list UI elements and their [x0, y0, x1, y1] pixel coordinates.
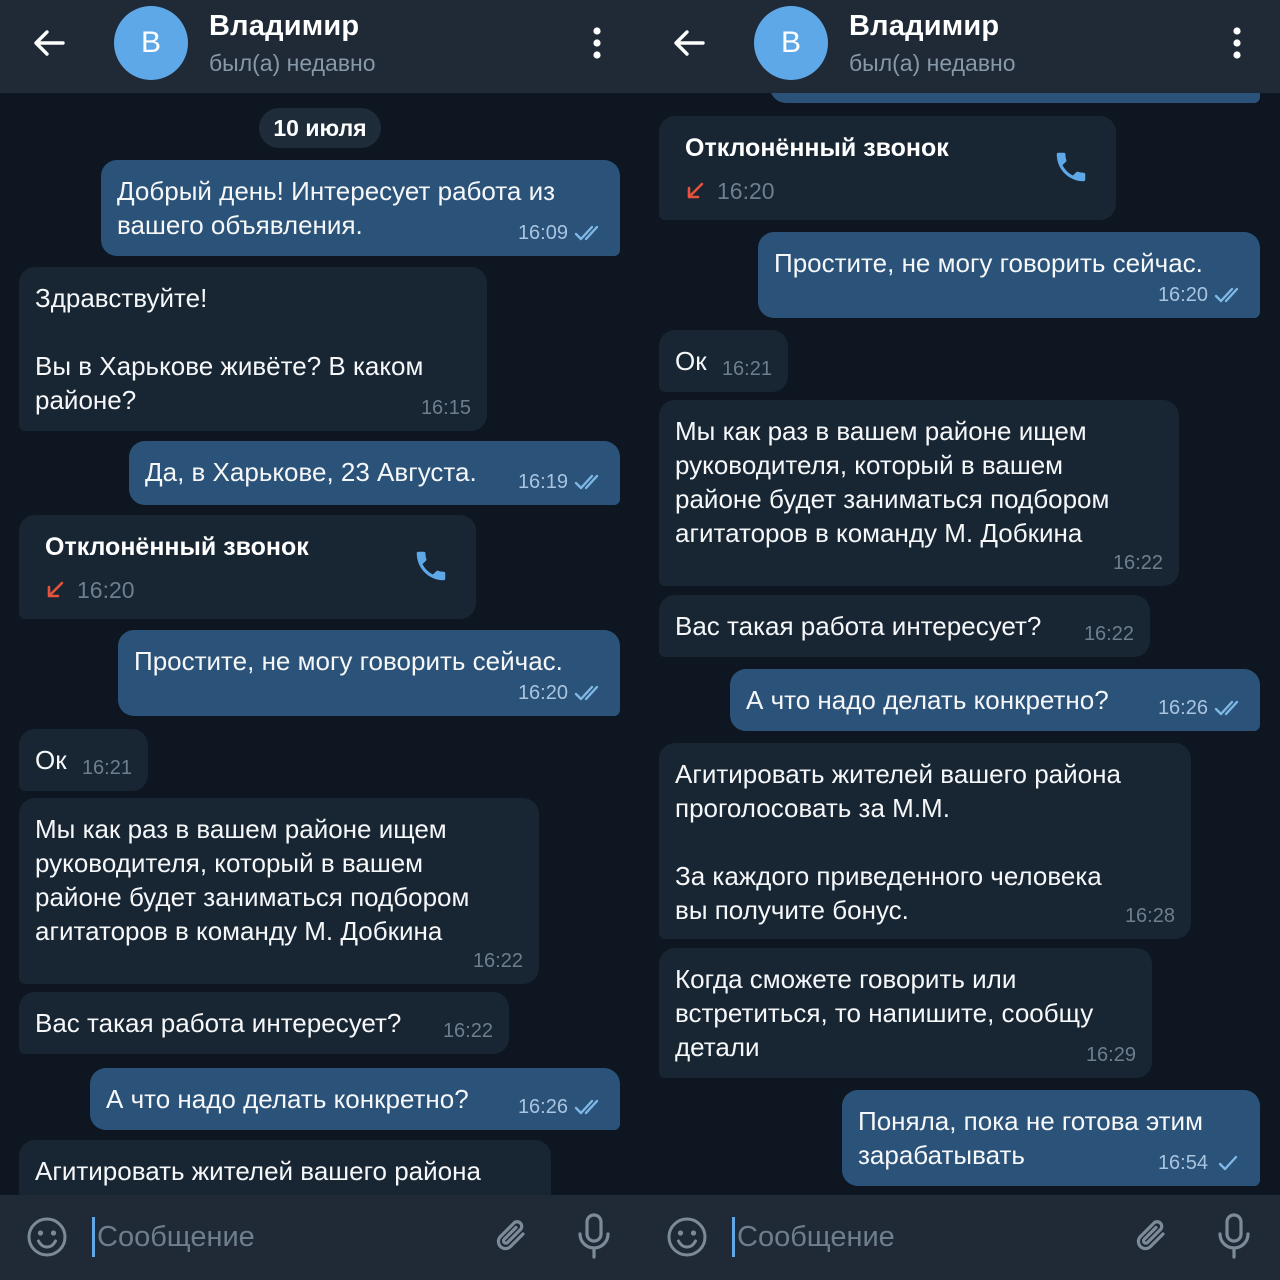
message-time: 16:29: [1085, 1044, 1136, 1066]
message-bubble-incoming[interactable]: Ок 16:21: [19, 729, 148, 791]
contact-status: был(а) недавно: [209, 50, 376, 76]
message-time: 16:21: [721, 358, 772, 380]
message-text: Простите, не могу говорить сейчас.: [774, 248, 1203, 278]
call-time: 16:20: [77, 577, 135, 603]
message-time: 16:22: [442, 1020, 493, 1042]
avatar[interactable]: В: [114, 6, 188, 80]
message-bubble-outgoing-partial: [770, 93, 1260, 103]
message-time: 16:26: [1157, 697, 1208, 719]
message-bubble-incoming[interactable]: Вас такая работа интересует? 16:22: [659, 595, 1150, 657]
message-text: Мы как раз в вашем районе ищем руководит…: [35, 814, 470, 946]
more-vert-icon: [1233, 27, 1241, 59]
missed-call-bubble[interactable]: Отклонённый звонок 16:20: [19, 515, 476, 619]
phone-icon[interactable]: [1052, 148, 1090, 186]
message-composer: [640, 1195, 1280, 1280]
message-bubble-incoming[interactable]: Агитировать жителей вашего района прогол…: [659, 743, 1191, 939]
double-check-icon: [574, 474, 599, 490]
contact-name[interactable]: Владимир: [209, 10, 359, 43]
microphone-icon[interactable]: [574, 1212, 614, 1260]
chat-screen-right: В Владимир был(а) недавно Отклонённый зв…: [640, 0, 1280, 1280]
contact-name[interactable]: Владимир: [849, 10, 999, 43]
double-check-icon: [574, 1099, 599, 1115]
message-bubble-incoming[interactable]: Здравствуйте! Вы в Харькове живёте? В ка…: [19, 267, 487, 431]
message-text: Простите, не могу говорить сейчас.: [134, 646, 563, 676]
more-vert-icon: [593, 27, 601, 59]
message-text: Здравствуйте! Вы в Харькове живёте? В ка…: [35, 283, 424, 415]
message-time: 16:22: [472, 950, 523, 972]
call-time: 16:20: [717, 178, 775, 204]
message-bubble-outgoing[interactable]: Простите, не могу говорить сейчас. 16:20: [758, 232, 1260, 318]
message-list[interactable]: 10 июля Добрый день! Интересует работа и…: [0, 93, 640, 1195]
message-input[interactable]: [735, 1213, 1099, 1261]
message-list[interactable]: Отклонённый звонок 16:20 Простите, не мо…: [640, 93, 1280, 1195]
message-bubble-incoming[interactable]: Ок 16:21: [659, 330, 788, 392]
back-button[interactable]: [22, 20, 76, 66]
message-time: 16:28: [1124, 905, 1175, 927]
message-bubble-incoming[interactable]: Мы как раз в вашем районе ищем руководит…: [659, 400, 1179, 586]
call-title: Отклонённый звонок: [685, 134, 949, 162]
message-time: 16:26: [517, 1096, 568, 1118]
missed-call-arrow-icon: [47, 581, 64, 598]
missed-call-arrow-icon: [687, 182, 704, 199]
message-time: 16:54: [1157, 1152, 1208, 1174]
message-bubble-incoming[interactable]: Агитировать жителей вашего района: [19, 1140, 551, 1195]
chat-header: В Владимир был(а) недавно: [640, 0, 1280, 93]
chat-screen-left: В Владимир был(а) недавно 10 июля Добрый…: [0, 0, 640, 1280]
avatar[interactable]: В: [754, 6, 828, 80]
message-text: Вас такая работа интересует?: [35, 1008, 402, 1038]
message-composer: [0, 1195, 640, 1280]
single-check-icon: [1218, 1155, 1238, 1171]
paperclip-icon[interactable]: [490, 1214, 534, 1258]
chat-header: В Владимир был(а) недавно: [0, 0, 640, 93]
phone-icon[interactable]: [412, 547, 450, 585]
message-bubble-outgoing[interactable]: А что надо делать конкретно? 16:26: [90, 1068, 620, 1130]
message-bubble-outgoing[interactable]: Да, в Харькове, 23 Августа. 16:19: [129, 441, 620, 505]
missed-call-bubble[interactable]: Отклонённый звонок 16:20: [659, 116, 1116, 220]
paperclip-icon[interactable]: [1130, 1214, 1174, 1258]
double-check-icon: [1214, 287, 1239, 303]
double-check-icon: [574, 685, 599, 701]
message-bubble-outgoing[interactable]: А что надо делать конкретно? 16:26: [730, 669, 1260, 731]
call-title: Отклонённый звонок: [45, 533, 309, 561]
message-bubble-incoming[interactable]: Мы как раз в вашем районе ищем руководит…: [19, 798, 539, 984]
message-time: 16:15: [420, 397, 471, 419]
message-bubble-incoming[interactable]: Когда сможете говорить или встретиться, …: [659, 948, 1152, 1078]
message-bubble-outgoing[interactable]: Простите, не могу говорить сейчас. 16:20: [118, 630, 620, 716]
double-check-icon: [1214, 700, 1239, 716]
message-text: Агитировать жителей вашего района: [35, 1156, 481, 1186]
emoji-icon[interactable]: [26, 1216, 68, 1258]
date-separator: 10 июля: [259, 108, 381, 148]
message-time: 16:22: [1112, 552, 1163, 574]
microphone-icon[interactable]: [1214, 1212, 1254, 1260]
message-time: 16:20: [1157, 284, 1208, 306]
back-arrow-icon: [34, 30, 65, 56]
message-bubble-incoming[interactable]: Вас такая работа интересует? 16:22: [19, 992, 509, 1054]
message-input[interactable]: [95, 1213, 459, 1261]
message-text: Когда сможете говорить или встретиться, …: [675, 964, 1094, 1062]
more-menu-button[interactable]: [580, 22, 614, 64]
more-menu-button[interactable]: [1220, 22, 1254, 64]
message-bubble-outgoing[interactable]: Поняла, пока не готова этим зарабатывать…: [842, 1090, 1260, 1186]
contact-status: был(а) недавно: [849, 50, 1016, 76]
message-text: Мы как раз в вашем районе ищем руководит…: [675, 416, 1110, 548]
message-text: Вас такая работа интересует?: [675, 611, 1042, 641]
back-button[interactable]: [662, 20, 716, 66]
message-time: 16:22: [1083, 623, 1134, 645]
message-bubble-outgoing[interactable]: Добрый день! Интересует работа из вашего…: [101, 160, 620, 256]
message-time: 16:21: [81, 757, 132, 779]
message-time: 16:19: [517, 471, 568, 493]
double-check-icon: [574, 225, 599, 241]
back-arrow-icon: [674, 30, 705, 56]
message-time: 16:20: [517, 682, 568, 704]
message-time: 16:09: [517, 222, 568, 244]
message-text: Агитировать жителей вашего района прогол…: [675, 759, 1121, 925]
emoji-icon[interactable]: [666, 1216, 708, 1258]
